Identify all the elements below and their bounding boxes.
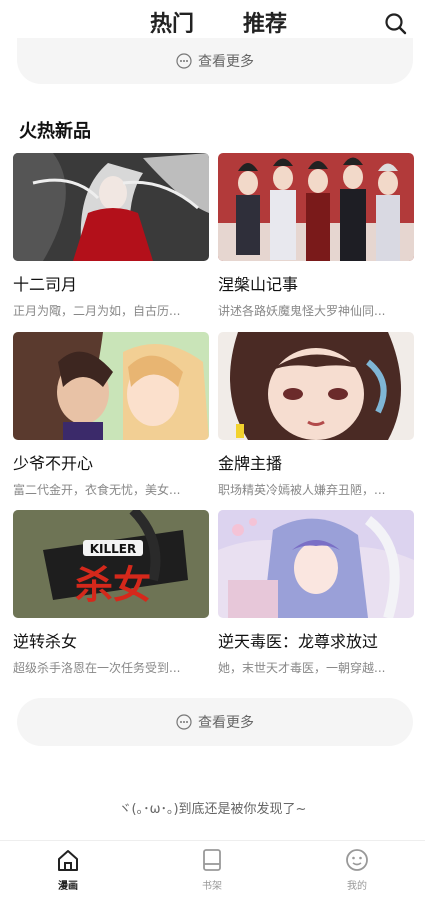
see-more-button[interactable]: 查看更多 <box>17 698 413 746</box>
comic-cover-image <box>13 153 209 261</box>
bottom-nav: 漫画 书架 我的 <box>0 840 425 901</box>
comic-card[interactable]: 逆天毒医：龙尊求放过 她，末世天才毒医，一朝穿越... <box>218 510 414 676</box>
comic-description: 职场精英冷嫣被人嫌弃丑陋，... <box>218 483 386 497</box>
profile-icon <box>346 849 368 871</box>
comic-cover-image: KILLER 杀女 <box>13 510 209 618</box>
nav-item-bookshelf[interactable]: 书架 <box>172 847 252 892</box>
more-dots-icon <box>176 53 192 69</box>
bookshelf-icon <box>203 849 221 871</box>
nav-label: 书架 <box>202 881 222 892</box>
end-of-list-note: ヾ(｡･ω･｡)到底还是被你发现了~ <box>118 802 307 817</box>
comic-title: 金牌主播 <box>218 454 283 473</box>
comic-cover-image <box>13 332 209 440</box>
comic-card[interactable]: 金牌主播 职场精英冷嫣被人嫌弃丑陋，... <box>218 332 414 498</box>
comic-description: 她，末世天才毒医，一朝穿越... <box>218 661 386 675</box>
comic-description: 富二代金开，衣食无忧，美女... <box>13 483 181 497</box>
home-icon <box>58 850 78 871</box>
comic-card[interactable]: 十二司月 正月为陬，二月为如，自古历... <box>13 153 209 319</box>
comic-title: 涅槃山记事 <box>218 275 299 294</box>
comic-cover-image <box>218 332 414 440</box>
see-more-label: 查看更多 <box>198 54 254 70</box>
comic-title: 逆转杀女 <box>13 632 78 651</box>
comic-description: 正月为陬，二月为如，自古历... <box>13 304 181 318</box>
comic-cover-image <box>218 510 414 618</box>
comic-title: 十二司月 <box>13 275 78 294</box>
nav-label: 漫画 <box>58 881 78 892</box>
comic-title: 逆天毒医：龙尊求放过 <box>218 632 379 651</box>
comic-card[interactable]: 少爷不开心 富二代金开，衣食无忧，美女... <box>13 332 209 498</box>
comic-title: 少爷不开心 <box>13 454 94 473</box>
tab-hot[interactable]: 热门 <box>150 6 194 38</box>
tab-recommend[interactable]: 推荐 <box>243 6 287 38</box>
cover-killer-badge: KILLER <box>90 542 137 556</box>
nav-item-comic[interactable]: 漫画 <box>28 847 108 892</box>
nav-item-profile[interactable]: 我的 <box>317 847 397 892</box>
comic-card[interactable]: KILLER 杀女 逆转杀女 超级杀手洛恩在一次任务受到... <box>13 510 209 676</box>
comic-cover-image <box>218 153 414 261</box>
see-more-button-top[interactable]: 查看更多 <box>17 38 413 84</box>
search-icon[interactable] <box>383 11 409 37</box>
more-dots-icon <box>176 714 192 730</box>
nav-label: 我的 <box>347 881 367 892</box>
cover-title-art: 杀女 <box>75 563 151 607</box>
section-title: 火热新品 <box>19 121 91 142</box>
comic-description: 讲述各路妖魔鬼怪大罗神仙同... <box>218 304 386 318</box>
see-more-label: 查看更多 <box>198 715 254 731</box>
comic-card[interactable]: 涅槃山记事 讲述各路妖魔鬼怪大罗神仙同... <box>218 153 414 319</box>
comic-description: 超级杀手洛恩在一次任务受到... <box>13 661 181 675</box>
